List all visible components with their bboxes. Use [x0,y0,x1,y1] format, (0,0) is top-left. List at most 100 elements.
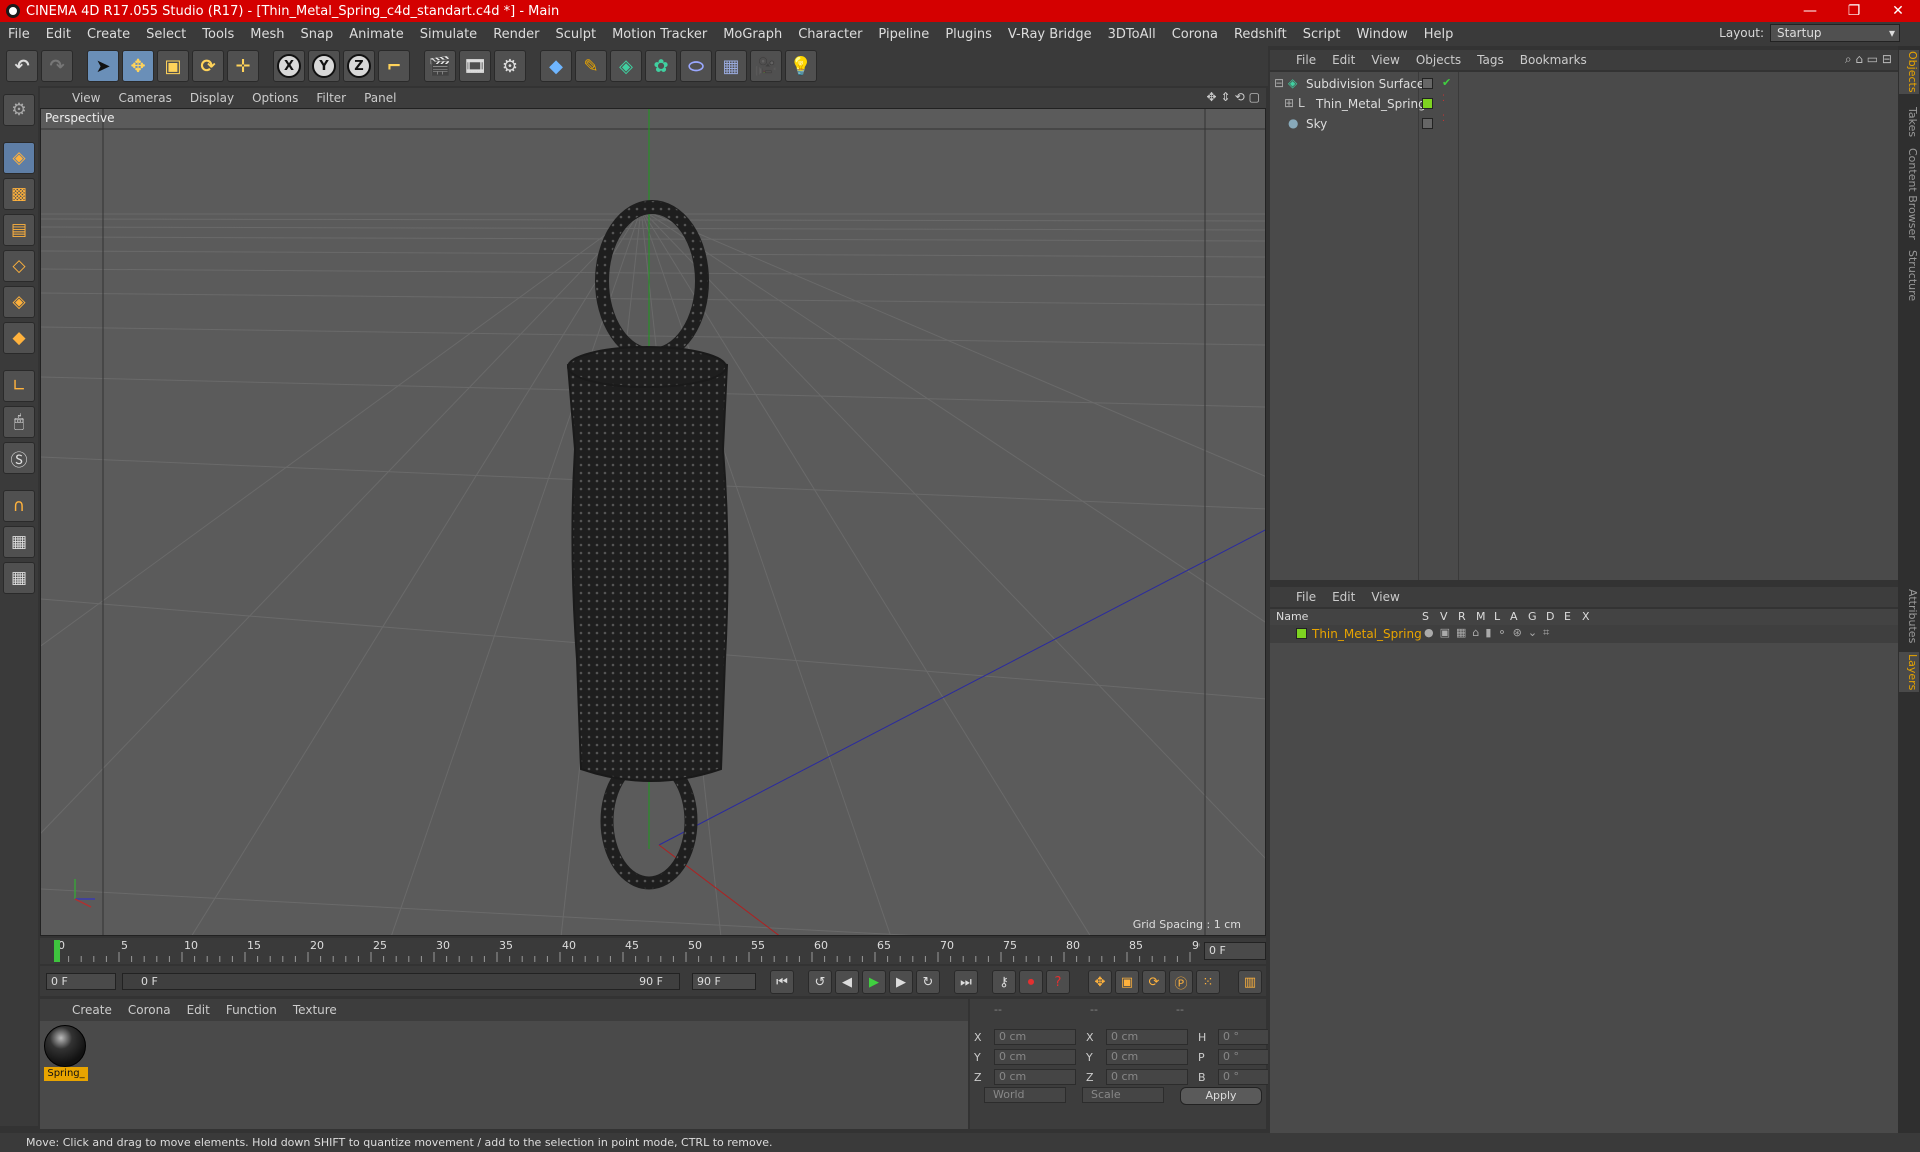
position-z-field[interactable]: 0 cm [994,1069,1076,1085]
coordinate-system-button[interactable]: ⌐ [378,50,410,82]
polygons-mode-icon[interactable]: ◆ [3,322,35,354]
key-pla-button[interactable]: ⁙ [1196,970,1220,994]
menu-motion-tracker[interactable]: Motion Tracker [604,27,715,42]
object-row-sky[interactable]: ● Sky ⁚ [1270,114,1898,134]
menu-redshift[interactable]: Redshift [1226,27,1295,42]
current-frame-field[interactable]: 0 F [1204,942,1266,960]
edges-mode-icon[interactable]: ◈ [3,286,35,318]
autokey-button[interactable]: ⏺ [1019,970,1043,994]
deformer-button[interactable]: ⬭ [680,50,712,82]
menu-help[interactable]: Help [1416,27,1462,42]
key-rotation-button[interactable]: ⟳ [1142,970,1166,994]
layer-col-generators[interactable]: G [1528,610,1537,623]
perspective-viewport[interactable]: Perspective Grid Spacing : 1 cm [40,108,1266,936]
menu-snap[interactable]: Snap [293,27,342,42]
material-manager[interactable]: Spring_ [40,1021,968,1129]
side-tab-attributes[interactable]: Attributes [1899,586,1919,646]
dolly-icon[interactable]: ⇕ [1221,90,1231,104]
om-menu-tags[interactable]: Tags [1469,53,1512,67]
layer-col-locked[interactable]: L [1494,610,1500,623]
size-x-field[interactable]: 0 cm [1106,1029,1188,1045]
om-menu-file[interactable]: File [1288,53,1324,67]
camera-button[interactable]: 🎥 [750,50,782,82]
undo-button[interactable]: ↶ [6,50,38,82]
menu-simulate[interactable]: Simulate [412,27,485,42]
render-settings-button[interactable]: ⚙ [494,50,526,82]
end-frame-field[interactable]: 90 F [692,972,756,990]
minimize-button[interactable]: — [1788,0,1832,22]
render-view-button[interactable]: 🎬 [424,50,456,82]
layer-col-deformers[interactable]: D [1546,610,1554,623]
play-button[interactable]: ▶ [862,970,886,994]
prev-frame-button[interactable]: ◀ [835,970,859,994]
move-tool-button[interactable]: ✥ [122,50,154,82]
keyframe-selection-button[interactable]: ? [1046,970,1070,994]
coordinate-mode-select[interactable]: Scale [1082,1087,1164,1103]
object-row-thin-metal-spring[interactable]: ⊞ Ⅼ Thin_Metal_Spring ⁚ [1270,94,1898,114]
start-frame-field[interactable]: 0 F [46,972,116,990]
editor-visibility-icon[interactable] [1422,78,1433,89]
key-parameter-button[interactable]: Ⓟ [1169,970,1193,994]
menu-mograph[interactable]: MoGraph [715,27,790,42]
lm-menu-view[interactable]: View [1363,590,1407,604]
material-menu-corona[interactable]: Corona [120,1003,179,1017]
workplane-align-icon[interactable]: ▦ [3,562,35,594]
menu-corona[interactable]: Corona [1164,27,1226,42]
layer-col-solo[interactable]: S [1422,610,1429,623]
menu-create[interactable]: Create [79,27,138,42]
object-row-subdivision-surface[interactable]: ⊟ ◈ Subdivision Surface ✔ [1270,74,1898,94]
side-tab-takes[interactable]: Takes [1899,104,1919,140]
menu-file[interactable]: File [0,27,38,42]
rotate-view-icon[interactable]: ⟲ [1235,90,1245,104]
axis-mode-icon[interactable]: ∟ [3,370,35,402]
floor-button[interactable]: ▦ [715,50,747,82]
x-axis-lock-button[interactable]: X [273,50,305,82]
viewport-menu-filter[interactable]: Filter [308,91,354,105]
layout-select[interactable]: Startup [1770,24,1900,42]
size-z-field[interactable]: 0 cm [1106,1069,1188,1085]
lm-menu-file[interactable]: File [1288,590,1324,604]
next-key-button[interactable]: ↻ [916,970,940,994]
points-mode-icon[interactable]: ◇ [3,250,35,282]
tweak-mode-icon[interactable]: 🖱 [3,406,35,438]
menu-3dtoall[interactable]: 3DToAll [1100,27,1164,42]
rotate-tool-button[interactable]: ⟳ [192,50,224,82]
cloner-button[interactable]: ✿ [645,50,677,82]
menu-select[interactable]: Select [138,27,194,42]
enabled-check-icon[interactable]: ✔ [1442,76,1451,89]
side-tab-objects[interactable]: Objects [1899,50,1919,94]
menu-sculpt[interactable]: Sculpt [547,27,604,42]
om-menu-bookmarks[interactable]: Bookmarks [1512,53,1595,67]
y-axis-lock-button[interactable]: Y [308,50,340,82]
size-y-field[interactable]: 0 cm [1106,1049,1188,1065]
scale-tool-button[interactable]: ▣ [157,50,189,82]
menu-edit[interactable]: Edit [38,27,79,42]
menu-animate[interactable]: Animate [341,27,411,42]
side-tab-layers[interactable]: Layers [1899,652,1919,692]
viewport-menu-cameras[interactable]: Cameras [110,91,179,105]
move-view-icon[interactable]: ✥ [1206,90,1216,104]
render-picture-viewer-button[interactable]: 🎞 [459,50,491,82]
layer-col-expressions[interactable]: E [1564,610,1571,623]
layer-col-xref[interactable]: X [1582,610,1590,623]
apply-button[interactable]: Apply [1180,1087,1262,1105]
close-button[interactable]: ✕ [1876,0,1920,22]
restore-button[interactable]: ❐ [1832,0,1876,22]
light-button[interactable]: 💡 [785,50,817,82]
material-swatch[interactable]: Spring_ [44,1025,88,1081]
subdivision-button[interactable]: ◈ [610,50,642,82]
menu-render[interactable]: Render [485,27,547,42]
viewport-menu-options[interactable]: Options [244,91,306,105]
viewport-camera-label[interactable]: Perspective [45,111,115,125]
layer-color-icon[interactable] [1422,98,1433,109]
menu-character[interactable]: Character [790,27,870,42]
layer-manager-list[interactable]: Thin_Metal_Spring ●▣▦⌂▮⚬⊛⌄⌗ [1270,625,1898,1133]
material-menu-create[interactable]: Create [64,1003,120,1017]
pen-spline-button[interactable]: ✎ [575,50,607,82]
position-x-field[interactable]: 0 cm [994,1029,1076,1045]
solo-mode-icon[interactable]: Ⓢ [3,442,35,474]
side-tab-content-browser[interactable]: Content Browser [1899,146,1919,242]
position-y-field[interactable]: 0 cm [994,1049,1076,1065]
key-scale-button[interactable]: ▣ [1115,970,1139,994]
coordinate-space-select[interactable]: World [984,1087,1066,1103]
